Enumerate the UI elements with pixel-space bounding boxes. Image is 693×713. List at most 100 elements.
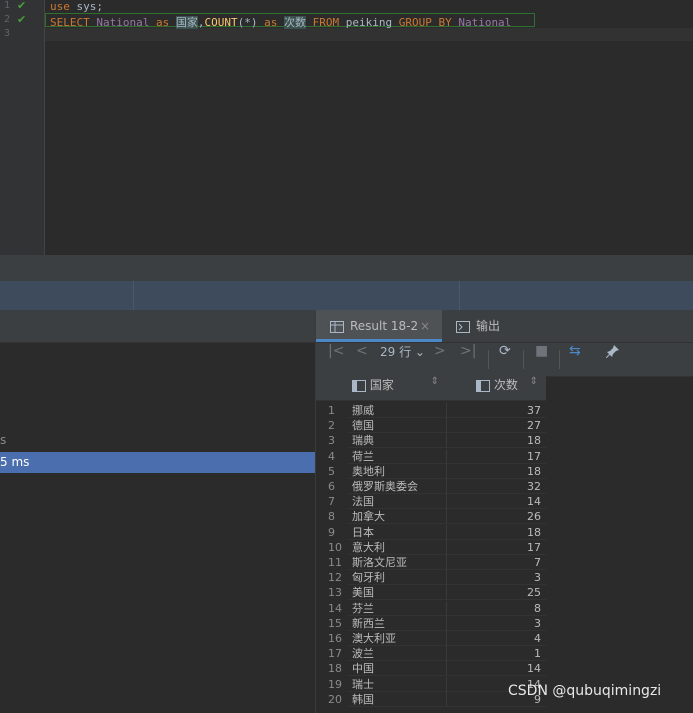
tab-output[interactable]: 输出 [442, 310, 512, 342]
table-row[interactable]: 4 荷兰 17 [316, 448, 546, 464]
keyword: as [149, 16, 176, 29]
code-line-1[interactable]: use sys; [50, 0, 103, 13]
cell-count[interactable]: 18 [447, 525, 546, 540]
keyword: SELECT [50, 16, 90, 29]
cell-country[interactable]: 韩国 [348, 691, 447, 707]
cell-count[interactable]: 3 [447, 570, 546, 586]
cell-count[interactable]: 14 [447, 494, 546, 510]
cell-country[interactable]: 日本 [348, 524, 447, 540]
table-row[interactable]: 9 日本 18 [316, 524, 546, 540]
transaction-mode-icon[interactable]: ⇆ [569, 343, 581, 376]
column-header-country[interactable]: 国家 ⇕ [352, 376, 447, 400]
close-icon[interactable]: × [420, 310, 430, 342]
row-count-dropdown[interactable]: 29 行 ⌄ [380, 343, 425, 376]
next-page-icon[interactable]: > [434, 343, 446, 376]
sort-icon[interactable]: ⇕ [530, 376, 538, 387]
table-row[interactable]: 3 瑞典 18 [316, 433, 546, 449]
table-name: peiking [339, 16, 399, 29]
cell-count[interactable]: 32 [447, 479, 546, 494]
cell-count[interactable]: 17 [447, 540, 546, 555]
cell-country[interactable]: 中国 [348, 661, 447, 677]
cell-count[interactable]: 1 [447, 646, 546, 662]
toolbar-divider [559, 350, 560, 369]
results-panel: Result 18-2 × 输出 |< < 29 行 ⌄ > >| ⟳ ■ ⇆ … [316, 310, 693, 713]
table-row[interactable]: 16 澳大利亚 4 [316, 631, 546, 646]
row-number: 15 [328, 616, 342, 630]
result-grid[interactable]: 国家 ⇕ 次数 ⇕ 1 挪威 37 2 德国 27 3 瑞典 18 4 荷兰 17 5 奥地利 18 6 俄罗斯… [316, 376, 546, 713]
table-row[interactable]: 12 匈牙利 3 [316, 570, 546, 586]
cell-count[interactable]: 8 [447, 601, 546, 616]
tree-item-selected[interactable]: 5 ms [0, 452, 315, 473]
cell-country[interactable]: 加拿大 [348, 509, 447, 525]
cell-country[interactable]: 荷兰 [348, 448, 447, 464]
cell-count[interactable]: 18 [447, 433, 546, 449]
cell-count[interactable]: 7 [447, 555, 546, 570]
first-page-icon[interactable]: |< [328, 343, 344, 376]
cell-count[interactable]: 14 [447, 661, 546, 677]
line-number: 3 [3, 28, 10, 39]
row-number: 18 [328, 662, 342, 676]
cell-country[interactable]: 芬兰 [348, 600, 447, 616]
cell-country[interactable]: 瑞典 [348, 433, 447, 449]
cell-country[interactable]: 美国 [348, 585, 447, 601]
cell-country[interactable]: 俄罗斯奥委会 [348, 479, 447, 494]
prev-page-icon[interactable]: < [356, 343, 368, 376]
refresh-icon[interactable]: ⟳ [499, 343, 511, 376]
cell-country[interactable]: 澳大利亚 [348, 631, 447, 646]
table-row[interactable]: 15 新西兰 3 [316, 615, 546, 631]
row-number: 19 [328, 677, 342, 691]
tab-result[interactable]: Result 18-2 × [316, 310, 442, 342]
table-row[interactable]: 13 美国 25 [316, 585, 546, 601]
column-header-label: 国家 [369, 378, 394, 392]
pin-icon[interactable] [606, 343, 620, 376]
cell-country[interactable]: 德国 [348, 418, 447, 434]
table-row[interactable]: 10 意大利 17 [316, 539, 546, 555]
row-number: 17 [328, 647, 342, 661]
cell-country[interactable]: 奥地利 [348, 463, 447, 479]
code-line-2[interactable]: SELECT National as 国家,COUNT(*) as 次数 FRO… [50, 14, 511, 30]
column-header-count[interactable]: 次数 ⇕ [476, 376, 546, 400]
cell-count[interactable]: 26 [447, 509, 546, 525]
row-number: 12 [328, 571, 342, 585]
table-row[interactable]: 11 斯洛文尼亚 7 [316, 555, 546, 570]
table-row[interactable]: 14 芬兰 8 [316, 600, 546, 616]
cell-country[interactable]: 斯洛文尼亚 [348, 555, 447, 570]
cell-country[interactable]: 意大利 [348, 539, 447, 555]
table-row[interactable]: 2 德国 27 [316, 418, 546, 434]
cell-count[interactable]: 3 [447, 616, 546, 631]
cell-country[interactable]: 匈牙利 [348, 570, 447, 586]
chevron-down-icon: ⌄ [414, 345, 425, 359]
table-icon [330, 310, 344, 342]
alias: 次数 [283, 16, 306, 29]
stop-icon[interactable]: ■ [535, 343, 548, 376]
success-check-icon: ✔ [17, 13, 27, 26]
services-tree-panel[interactable]: s 5 ms [0, 310, 316, 713]
sort-icon[interactable]: ⇕ [431, 376, 439, 387]
editor-status-strip [0, 255, 693, 281]
cell-count[interactable]: 25 [447, 585, 546, 601]
row-number: 16 [328, 632, 342, 645]
cell-count[interactable]: 27 [447, 418, 546, 434]
toolbar-divider [523, 350, 524, 369]
cell-country[interactable]: 新西兰 [348, 615, 447, 631]
table-row[interactable]: 8 加拿大 26 [316, 509, 546, 525]
table-row[interactable]: 1 挪威 37 [316, 403, 546, 418]
table-row[interactable]: 17 波兰 1 [316, 646, 546, 662]
cell-country[interactable]: 法国 [348, 494, 447, 510]
keyword: use [50, 0, 70, 13]
row-number: 11 [328, 556, 342, 569]
sql-editor[interactable]: 1 2 3 ✔ ✔ use sys; SELECT National as 国家… [0, 0, 693, 255]
cell-count[interactable]: 17 [447, 449, 546, 464]
cell-country[interactable]: 瑞士 [348, 676, 447, 692]
cell-country[interactable]: 挪威 [348, 403, 447, 418]
cell-count[interactable]: 18 [447, 464, 546, 479]
table-row[interactable]: 18 中国 14 [316, 661, 546, 677]
cell-country[interactable]: 波兰 [348, 646, 447, 662]
cell-count[interactable]: 4 [447, 631, 546, 646]
last-page-icon[interactable]: >| [460, 343, 476, 376]
table-row[interactable]: 7 法国 14 [316, 494, 546, 510]
cell-count[interactable]: 37 [447, 403, 546, 418]
table-row[interactable]: 5 奥地利 18 [316, 463, 546, 479]
table-row[interactable]: 6 俄罗斯奥委会 32 [316, 479, 546, 494]
row-count-label: 29 行 [380, 345, 412, 359]
